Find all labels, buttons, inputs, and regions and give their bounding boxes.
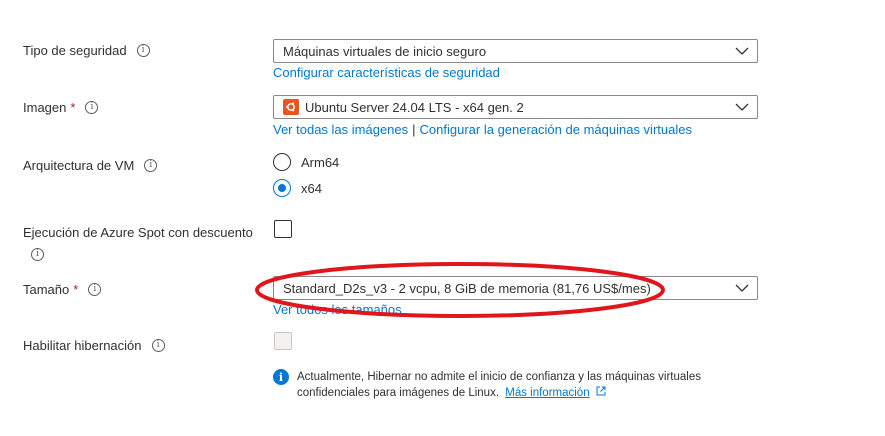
- annotation-ellipse: [255, 262, 665, 318]
- image-select[interactable]: Ubuntu Server 24.04 LTS - x64 gen. 2: [273, 95, 758, 119]
- radio-dot: [278, 184, 286, 192]
- info-circle-icon: i: [273, 369, 289, 385]
- info-icon[interactable]: i: [85, 101, 99, 114]
- spot-label: Ejecución de Azure Spot con descuento: [23, 225, 253, 240]
- info-icon[interactable]: i: [136, 44, 150, 57]
- security-type-select[interactable]: Máquinas virtuales de inicio seguro: [273, 39, 758, 63]
- link-separator: |: [412, 122, 416, 137]
- see-all-images-link[interactable]: Ver todas las imágenes: [273, 122, 408, 137]
- external-link-icon[interactable]: [596, 386, 606, 396]
- size-label: Tamaño: [23, 282, 70, 297]
- hibernation-label: Habilitar hibernación: [23, 338, 142, 353]
- image-value: Ubuntu Server 24.04 LTS - x64 gen. 2: [305, 99, 524, 115]
- info-icon[interactable]: i: [31, 248, 44, 261]
- hibernation-label-row: Habilitar hibernación i: [23, 338, 165, 353]
- info-icon[interactable]: i: [88, 283, 102, 296]
- radio-x64[interactable]: [273, 179, 291, 197]
- spot-checkbox[interactable]: [274, 220, 292, 238]
- info-icon[interactable]: i: [151, 339, 165, 352]
- configure-generation-link[interactable]: Configurar la generación de máquinas vir…: [420, 122, 692, 137]
- hibernation-info-message: i Actualmente, Hibernar no admite el ini…: [273, 369, 701, 401]
- required-mark: *: [70, 100, 76, 115]
- spot-label-block: Ejecución de Azure Spot con descuento i: [23, 225, 253, 261]
- image-label-row: Imagen * i: [23, 100, 99, 115]
- radio-option-arm64[interactable]: Arm64: [273, 153, 339, 171]
- security-type-label-row: Tipo de seguridad i: [23, 43, 150, 58]
- image-label: Imagen: [23, 100, 67, 115]
- architecture-label: Arquitectura de VM: [23, 158, 135, 173]
- info-icon[interactable]: i: [144, 159, 158, 172]
- security-type-value: Máquinas virtuales de inicio seguro: [283, 43, 487, 59]
- architecture-label-row: Arquitectura de VM i: [23, 158, 158, 173]
- required-mark: *: [73, 282, 79, 297]
- hibernation-checkbox: [274, 332, 292, 350]
- radio-arm64[interactable]: [273, 153, 291, 171]
- ubuntu-logo-icon: [283, 99, 299, 115]
- info-message-line1: Actualmente, Hibernar no admite el inici…: [297, 371, 701, 383]
- radio-option-x64[interactable]: x64: [273, 179, 322, 197]
- learn-more-link[interactable]: Más información: [505, 387, 589, 399]
- chevron-down-icon: [735, 47, 749, 55]
- radio-label-arm64: Arm64: [301, 154, 340, 170]
- size-label-row: Tamaño * i: [23, 282, 102, 297]
- configure-security-link[interactable]: Configurar características de seguridad: [273, 65, 500, 80]
- chevron-down-icon: [735, 103, 749, 111]
- radio-label-x64: x64: [301, 180, 322, 196]
- security-type-label: Tipo de seguridad: [23, 43, 127, 58]
- chevron-down-icon: [735, 284, 749, 292]
- info-message-line2: confidenciales para imágenes de Linux.: [297, 387, 500, 399]
